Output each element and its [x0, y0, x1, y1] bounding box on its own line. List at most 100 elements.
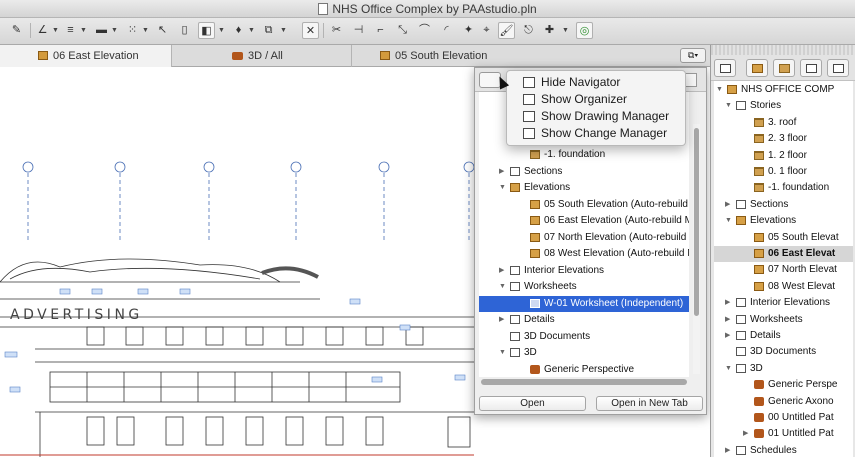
tree-row[interactable]: 2. 3 floor: [714, 131, 853, 147]
tree-row[interactable]: 3D Documents: [714, 344, 853, 360]
renovation-icon[interactable]: ✚: [541, 22, 558, 39]
tree-row[interactable]: -1. foundation: [714, 180, 853, 196]
magic-wand-icon[interactable]: ✦: [460, 22, 477, 39]
layer-dropdown-icon[interactable]: ▼: [218, 22, 226, 39]
collapsed-triangle-icon[interactable]: ▶: [499, 263, 507, 279]
expanded-triangle-icon[interactable]: ▼: [725, 361, 733, 377]
tree-row[interactable]: ▼ 3D: [479, 345, 689, 361]
tree-row[interactable]: -1. foundation: [479, 147, 689, 163]
tree-row[interactable]: Generic Perspective: [479, 362, 689, 378]
curve-tool-icon[interactable]: ⌒: [416, 22, 433, 39]
angle-tool-icon[interactable]: ∠: [34, 22, 51, 39]
tree-row[interactable]: 3. roof: [714, 115, 853, 131]
layer-icon[interactable]: ◧: [198, 22, 215, 39]
open-button[interactable]: Open: [479, 396, 586, 411]
menu-item-show-change-manager[interactable]: Show Change Manager: [507, 125, 685, 142]
collapsed-triangle-icon[interactable]: ▶: [743, 426, 751, 442]
project-map-button[interactable]: [746, 59, 768, 77]
tab-05-south-elevation[interactable]: 05 South Elevation: [352, 45, 532, 67]
tree-row[interactable]: ▼ Worksheets: [479, 279, 689, 295]
tree-row[interactable]: ▶ Worksheets: [714, 312, 853, 328]
line-type-dropdown-icon[interactable]: ▼: [80, 22, 88, 39]
trim-tool-icon[interactable]: ✂: [328, 22, 345, 39]
tree-row[interactable]: ▼ Elevations: [714, 213, 853, 229]
open-in-new-tab-button[interactable]: Open in New Tab: [596, 396, 703, 411]
expanded-triangle-icon[interactable]: ▼: [499, 180, 507, 196]
marquee-icon[interactable]: ▯: [176, 22, 193, 39]
pen-weight-icon[interactable]: ▬: [93, 22, 110, 39]
refresh-icon[interactable]: ◎: [576, 22, 593, 39]
tree-row[interactable]: ▶ Schedules: [714, 443, 853, 457]
light-icon[interactable]: ♦: [230, 22, 247, 39]
sidebar-project-tree[interactable]: ▼ NHS OFFICE COMP ▼ Stories 3. roof 2. 3 floo…: [714, 81, 853, 457]
tree-row[interactable]: ▶ Sections: [714, 197, 853, 213]
tree-row[interactable]: Generic Axono: [714, 394, 853, 410]
tree-row[interactable]: 07 North Elevat: [714, 262, 853, 278]
snap-grid-icon[interactable]: ⁙: [124, 22, 141, 39]
collapsed-triangle-icon[interactable]: ▶: [499, 312, 507, 328]
tree-row[interactable]: ▶ Sections: [479, 164, 689, 180]
transform-dropdown-icon[interactable]: ▼: [280, 22, 288, 39]
tree-row[interactable]: W-01 Worksheet (Independent): [479, 295, 689, 312]
expanded-triangle-icon[interactable]: ▼: [716, 82, 724, 98]
light-dropdown-icon[interactable]: ▼: [248, 22, 256, 39]
expanded-triangle-icon[interactable]: ▼: [725, 213, 733, 229]
offset-tool-icon[interactable]: ⌐: [372, 22, 389, 39]
resize-tool-icon[interactable]: ⤡: [394, 22, 411, 39]
close-cross-icon[interactable]: ✕: [302, 22, 319, 39]
eyedropper-icon[interactable]: ⌖: [478, 22, 495, 39]
line-type-icon[interactable]: ≡: [62, 22, 79, 39]
tree-row[interactable]: ▶ Interior Elevations: [714, 295, 853, 311]
collapsed-triangle-icon[interactable]: ▶: [725, 197, 733, 213]
navigator-mode-button[interactable]: [714, 59, 736, 77]
pen-weight-dropdown-icon[interactable]: ▼: [111, 22, 119, 39]
tree-row[interactable]: ▶ 01 Untitled Pat: [714, 426, 853, 442]
tab-06-east-elevation[interactable]: 06 East Elevation: [0, 45, 172, 67]
snap-dropdown-icon[interactable]: ▼: [142, 22, 150, 39]
expanded-triangle-icon[interactable]: ▼: [499, 345, 507, 361]
fillet-tool-icon[interactable]: ◜: [438, 22, 455, 39]
tree-row[interactable]: Generic Perspe: [714, 377, 853, 393]
tree-row[interactable]: 06 East Elevat: [714, 246, 853, 262]
tree-row[interactable]: 05 South Elevat: [714, 230, 853, 246]
tree-row[interactable]: 0. 1 floor: [714, 164, 853, 180]
tree-row[interactable]: ▼ Stories: [714, 98, 853, 114]
collapsed-triangle-icon[interactable]: ▶: [725, 328, 733, 344]
collapsed-triangle-icon[interactable]: ▶: [725, 443, 733, 457]
tree-row[interactable]: ▼ 3D: [714, 361, 853, 377]
renovation-dropdown-icon[interactable]: ▼: [562, 22, 570, 39]
expanded-triangle-icon[interactable]: ▼: [725, 98, 733, 114]
tree-row[interactable]: 07 North Elevation (Auto-rebuild M: [479, 230, 689, 246]
split-tool-icon[interactable]: ⊣: [350, 22, 367, 39]
tab-3d-all[interactable]: 3D / All: [172, 45, 352, 67]
collapsed-triangle-icon[interactable]: ▶: [725, 295, 733, 311]
tree-row[interactable]: 06 East Elevation (Auto-rebuild Mo: [479, 213, 689, 229]
select-arrow-icon[interactable]: ↖: [154, 22, 171, 39]
scrollbar-thumb[interactable]: [694, 128, 699, 316]
navigator-vertical-scrollbar[interactable]: [693, 124, 700, 374]
collapsed-triangle-icon[interactable]: ▶: [725, 312, 733, 328]
publisher-sets-button[interactable]: [827, 59, 849, 77]
collapsed-triangle-icon[interactable]: ▶: [499, 164, 507, 180]
tree-row[interactable]: 08 West Elevat: [714, 279, 853, 295]
paint-icon[interactable]: 🖌: [498, 22, 515, 39]
tree-row[interactable]: 00 Untitled Pat: [714, 410, 853, 426]
pencil-tool-icon[interactable]: ✎: [8, 22, 25, 39]
angle-dropdown-icon[interactable]: ▼: [52, 22, 60, 39]
menu-item-hide-navigator[interactable]: Hide Navigator: [507, 74, 685, 91]
tree-row[interactable]: ▶ Interior Elevations: [479, 263, 689, 279]
tree-row[interactable]: ▶ Details: [479, 312, 689, 328]
tree-row[interactable]: ▼ NHS OFFICE COMP: [714, 82, 853, 98]
tree-row[interactable]: 3D Documents: [479, 329, 689, 345]
layout-book-button[interactable]: [800, 59, 822, 77]
sidebar-grip[interactable]: [711, 45, 855, 55]
navigator-horizontal-scrollbar[interactable]: [481, 379, 687, 385]
menu-item-show-drawing-manager[interactable]: Show Drawing Manager: [507, 108, 685, 125]
tree-row[interactable]: 1. 2 floor: [714, 148, 853, 164]
menu-item-show-organizer[interactable]: Show Organizer: [507, 91, 685, 108]
tree-row[interactable]: 08 West Elevation (Auto-rebuild M: [479, 246, 689, 262]
tree-row[interactable]: ▼ Elevations: [479, 180, 689, 196]
parameter-icon[interactable]: ⎋: [520, 22, 537, 39]
tree-row[interactable]: 05 South Elevation (Auto-rebuild M: [479, 197, 689, 213]
tree-row[interactable]: ▶ Details: [714, 328, 853, 344]
